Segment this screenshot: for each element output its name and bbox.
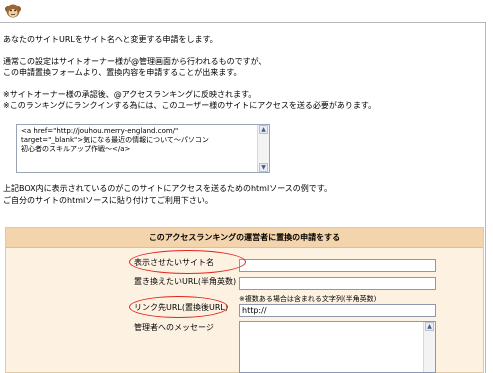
form-title: このアクセスランキングの運営者に置換の申請をする xyxy=(6,228,483,248)
scroll-up-arrow-icon[interactable]: ▲ xyxy=(425,322,434,331)
html-source-textarea[interactable]: <a href="http://jouhou.merry-england.com… xyxy=(16,124,270,173)
replace-url-label: 置き換えたいURL(半角英数) xyxy=(134,277,237,286)
replace-url-note: ※複数ある場合は含まれる文字列(半角英数) xyxy=(239,295,377,303)
intro-text: あなたのサイトURLをサイト名へと変更する申請をします。 xyxy=(3,35,218,44)
highlight-oval-link-url xyxy=(129,296,228,318)
html-source-code: <a href="http://jouhou.merry-england.com… xyxy=(21,127,209,153)
link-url-input[interactable]: http:// xyxy=(239,304,436,317)
intro-text: この申請置換フォームより、置換内容を申請することが出来ます。 xyxy=(3,68,242,77)
source-explanation: 上記BOX内に表示されているのがこのサイトにアクセスを送るためのhtmlソースの… xyxy=(3,184,332,193)
intro-text: 通常この設定はサイトオーナー様が@管理画面から行われるものですが、 xyxy=(3,57,267,66)
source-explanation: ご自分のサイトのhtmlソースに貼り付けてご利用下さい。 xyxy=(3,196,213,205)
intro-text: ※このランキングにランクインする為には、このユーザー様のサイトにアクセスを送る必… xyxy=(3,101,377,110)
scroll-down-arrow-icon[interactable]: ▼ xyxy=(259,163,268,172)
admin-message-label: 管理者へのメッセージ xyxy=(134,323,214,332)
highlight-oval-site-name xyxy=(129,250,246,274)
admin-message-textarea[interactable]: ▲ xyxy=(239,321,436,373)
vertical-scrollbar[interactable]: ▲ xyxy=(423,322,435,372)
monkey-icon xyxy=(5,4,21,18)
replace-url-input[interactable] xyxy=(239,277,436,290)
vertical-scrollbar[interactable]: ▲ ▼ xyxy=(257,125,269,172)
intro-text: ※サイトオーナー様の承認後、@アクセスランキングに反映されます。 xyxy=(3,90,257,99)
top-bar xyxy=(0,0,493,22)
scroll-up-arrow-icon[interactable]: ▲ xyxy=(259,125,268,134)
display-site-name-input[interactable] xyxy=(239,259,436,272)
